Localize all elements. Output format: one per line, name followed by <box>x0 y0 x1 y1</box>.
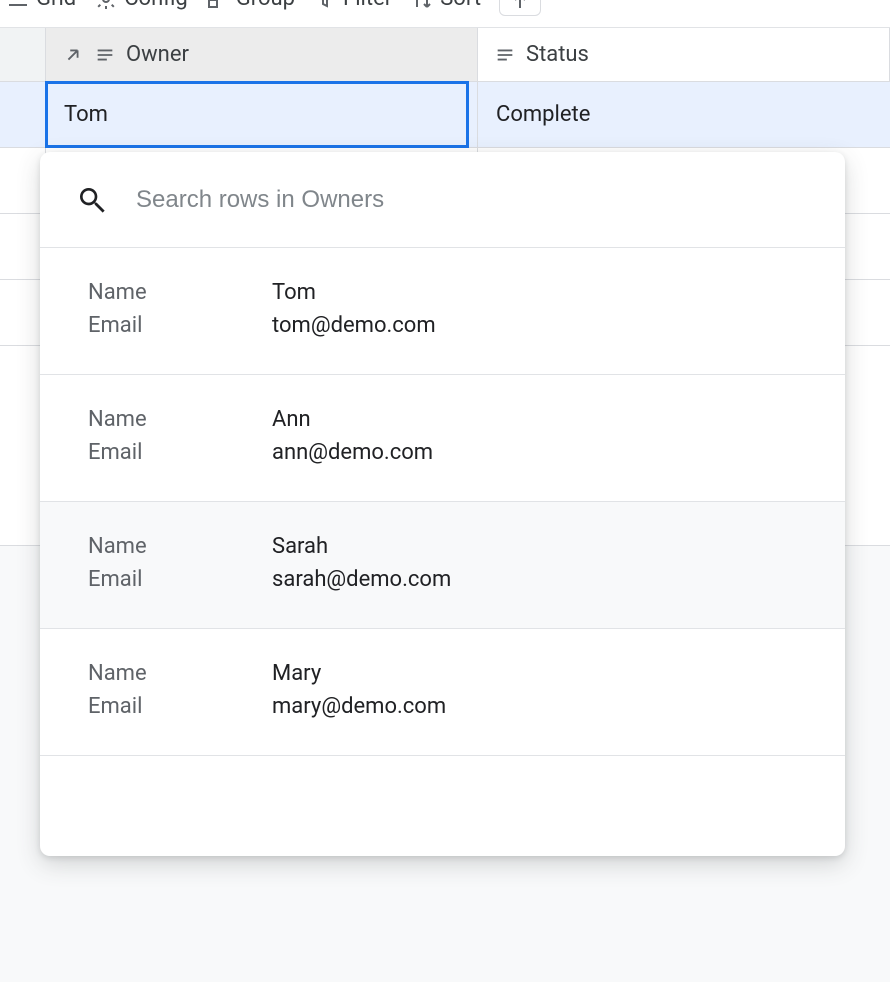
lookup-popover: Name Tom Email tom@demo.com Name Ann Ema… <box>40 152 845 856</box>
filter-button[interactable]: Filter <box>313 0 392 11</box>
lookup-search-input[interactable] <box>136 186 809 214</box>
config-button[interactable]: Config <box>94 0 188 11</box>
lookup-option[interactable]: Name Ann Email ann@demo.com <box>40 375 845 502</box>
lookup-field-value: Sarah <box>272 534 328 559</box>
view-label: Grid <box>36 0 76 11</box>
text-lines-icon <box>494 44 516 66</box>
cell-owner-value: Tom <box>64 102 108 127</box>
cell-status[interactable]: Complete <box>478 82 890 147</box>
filter-icon <box>313 0 337 11</box>
row-select-gutter[interactable] <box>0 28 46 81</box>
search-icon <box>76 184 108 216</box>
lookup-field-label: Email <box>88 567 272 592</box>
toolbar: Grid Config Group Filter Sort <box>0 0 890 28</box>
column-header-status[interactable]: Status <box>478 28 890 81</box>
text-lines-icon <box>94 44 116 66</box>
lookup-field-value: tom@demo.com <box>272 313 436 338</box>
lookup-footer-space <box>40 756 845 856</box>
lookup-field-label: Name <box>88 280 272 305</box>
link-out-icon <box>62 44 84 66</box>
sort-button[interactable]: Sort <box>410 0 481 11</box>
table-row[interactable]: Tom Complete <box>0 82 890 148</box>
config-label: Config <box>124 0 188 11</box>
lookup-field-value: Tom <box>272 280 316 305</box>
upload-button[interactable] <box>499 0 541 16</box>
column-header-owner-label: Owner <box>126 42 189 67</box>
cell-selection-outline <box>45 81 469 148</box>
lookup-option[interactable]: Name Tom Email tom@demo.com <box>40 248 845 375</box>
group-icon <box>206 0 230 11</box>
cell-status-value: Complete <box>496 102 590 127</box>
upload-icon <box>508 0 532 13</box>
lookup-field-value: Ann <box>272 407 311 432</box>
filter-label: Filter <box>343 0 392 11</box>
gear-icon <box>94 0 118 11</box>
column-headers: Owner Status <box>0 28 890 82</box>
list-icon <box>6 0 30 11</box>
lookup-field-label: Name <box>88 407 272 432</box>
sort-icon <box>410 0 434 11</box>
sort-label: Sort <box>440 0 481 11</box>
cell-owner[interactable]: Tom <box>46 82 478 147</box>
group-button[interactable]: Group <box>206 0 295 11</box>
group-label: Group <box>236 0 295 11</box>
lookup-option[interactable]: Name Sarah Email sarah@demo.com <box>40 502 845 629</box>
lookup-field-label: Name <box>88 534 272 559</box>
lookup-field-value: sarah@demo.com <box>272 567 451 592</box>
lookup-field-label: Email <box>88 313 272 338</box>
lookup-option[interactable]: Name Mary Email mary@demo.com <box>40 629 845 756</box>
lookup-field-label: Email <box>88 694 272 719</box>
lookup-field-value: ann@demo.com <box>272 440 433 465</box>
lookup-field-label: Name <box>88 661 272 686</box>
column-header-status-label: Status <box>526 42 589 67</box>
row-handle[interactable] <box>0 82 46 147</box>
column-header-owner[interactable]: Owner <box>46 28 478 81</box>
lookup-field-value: mary@demo.com <box>272 694 446 719</box>
lookup-field-value: Mary <box>272 661 321 686</box>
view-switcher[interactable]: Grid <box>6 0 76 11</box>
lookup-search-bar <box>40 152 845 248</box>
lookup-field-label: Email <box>88 440 272 465</box>
